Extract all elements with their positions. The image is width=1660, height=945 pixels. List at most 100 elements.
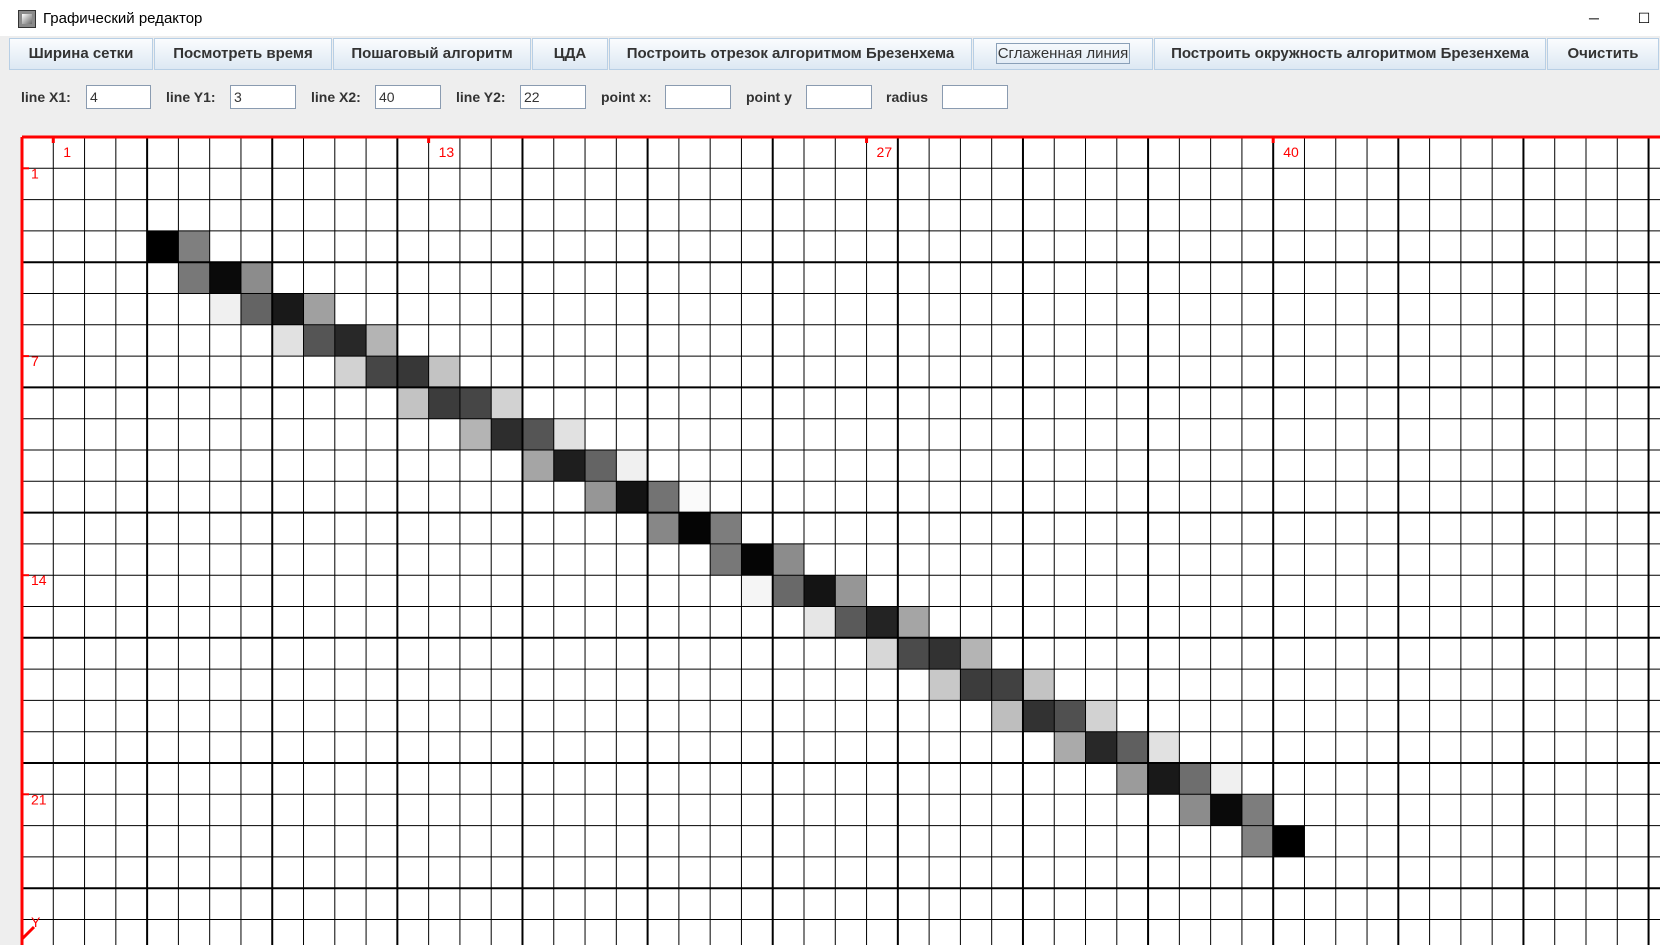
smooth-line-button[interactable]: Сглаженная линия (973, 38, 1153, 70)
clear-button-label: Очистить (1567, 45, 1639, 62)
line-pixel (147, 230, 179, 263)
x-axis-label: 27 (877, 144, 893, 160)
y-axis-label: 1 (31, 165, 39, 181)
line-pixel (741, 543, 773, 576)
line-pixel (1054, 700, 1086, 732)
line-pixel (647, 512, 679, 544)
line-pixel (522, 418, 554, 450)
line-pixel (804, 575, 836, 607)
line-pixel (804, 606, 836, 638)
line-pixel (1148, 763, 1180, 795)
line-pixel (772, 575, 804, 607)
line-pixel (991, 700, 1023, 732)
line-pixel (616, 450, 648, 482)
line-pixel (1179, 763, 1211, 795)
point-y-label: point y (746, 89, 792, 105)
drawing-canvas-area: 1 13 27 40 1 7 14 21 Y (0, 134, 1660, 945)
line-pixel (178, 230, 210, 263)
line-pixel (178, 262, 210, 294)
line-pixel (1085, 700, 1117, 732)
line-pixel (334, 356, 367, 388)
grid-canvas[interactable]: 1 13 27 40 1 7 14 21 Y (0, 134, 1660, 945)
line-pixel (866, 637, 898, 670)
window-title: Графический редактор (43, 10, 203, 27)
line-pixel (1022, 700, 1055, 732)
line-pixel (1022, 669, 1055, 701)
line-y2-label: line Y2: (456, 89, 506, 105)
line-y1-input[interactable]: 3 (230, 85, 296, 109)
line-pixel (209, 262, 241, 294)
line-pixel (929, 637, 961, 670)
grid-width-button-label: Ширина сетки (28, 45, 134, 62)
view-time-button-label: Посмотреть время (173, 45, 313, 62)
title-bar: Графический редактор ─ ☐ (0, 0, 1660, 37)
toolbar: Ширина сетки Посмотреть время Пошаговый … (0, 36, 1660, 72)
line-pixel (866, 606, 898, 638)
line-pixel (647, 481, 679, 513)
x-axis-label: 40 (1283, 144, 1299, 160)
radius-label: radius (886, 89, 929, 105)
view-time-button[interactable]: Посмотреть время (154, 38, 332, 70)
line-pixel (1085, 731, 1117, 763)
app-icon (18, 10, 36, 28)
line-pixel (991, 669, 1023, 701)
line-pixel (710, 512, 742, 544)
grid-width-button[interactable]: Ширина сетки (9, 38, 153, 70)
clear-button[interactable]: Очистить (1547, 38, 1659, 70)
line-pixel (1273, 825, 1305, 857)
minimize-button[interactable]: ─ (1580, 4, 1608, 32)
maximize-button[interactable]: ☐ (1630, 4, 1658, 32)
line-pixel (303, 324, 335, 357)
bresenham-circle-button[interactable]: Построить окружность алгоритмом Брезенхе… (1154, 38, 1546, 70)
step-algorithm-button-label: Пошаговый алгоритм (351, 45, 513, 62)
bresenham-line-button[interactable]: Построить отрезок алгоритмом Брезенхема (609, 38, 972, 70)
point-x-input[interactable] (665, 85, 731, 109)
line-pixel (1210, 794, 1242, 826)
bresenham-line-button-label: Построить отрезок алгоритмом Брезенхема (626, 45, 955, 62)
line-pixel (397, 387, 429, 419)
step-algorithm-button[interactable]: Пошаговый алгоритм (333, 38, 531, 70)
line-pixel (240, 293, 273, 325)
line-pixel (428, 387, 460, 419)
line-pixel (585, 450, 617, 482)
line-pixel (1054, 731, 1086, 763)
line-pixel (835, 575, 867, 607)
line-pixel (459, 387, 492, 419)
line-x1-label: line X1: (21, 89, 71, 105)
radius-input[interactable] (942, 85, 1008, 109)
smooth-line-button-label: Сглаженная линия (995, 43, 1131, 64)
line-pixel (1116, 763, 1149, 795)
line-pixel (272, 324, 304, 357)
line-pixel (553, 418, 586, 450)
line-pixel (522, 450, 554, 482)
line-pixel (459, 418, 492, 450)
line-pixel (960, 637, 992, 670)
line-y2-input[interactable]: 22 (520, 85, 586, 109)
bresenham-circle-button-label: Построить окружность алгоритмом Брезенхе… (1171, 45, 1529, 62)
line-pixel (772, 543, 804, 576)
line-pixel (1116, 731, 1149, 763)
y-axis-label: 14 (31, 572, 47, 588)
y-axis-label: 21 (31, 791, 47, 807)
line-pixel (1179, 794, 1211, 826)
line-pixel (240, 262, 273, 294)
line-pixel (616, 481, 648, 513)
line-pixel (366, 324, 398, 357)
line-pixel (1210, 763, 1242, 795)
line-pixel (491, 418, 523, 450)
line-pixel (366, 356, 398, 388)
line-pixel (272, 293, 304, 325)
line-x1-input[interactable]: 4 (86, 85, 151, 109)
line-y1-label: line Y1: (166, 89, 216, 105)
point-y-input[interactable] (806, 85, 872, 109)
dda-button[interactable]: ЦДА (532, 38, 608, 70)
line-pixel (334, 324, 367, 357)
line-pixel (428, 356, 460, 388)
line-pixel (897, 637, 930, 670)
y-axis-letter: Y (31, 914, 41, 930)
line-pixel (553, 450, 586, 482)
grid-background (22, 137, 1660, 945)
x-axis-label: 1 (63, 144, 71, 160)
line-x2-input[interactable]: 40 (375, 85, 441, 109)
line-pixel (491, 387, 523, 419)
